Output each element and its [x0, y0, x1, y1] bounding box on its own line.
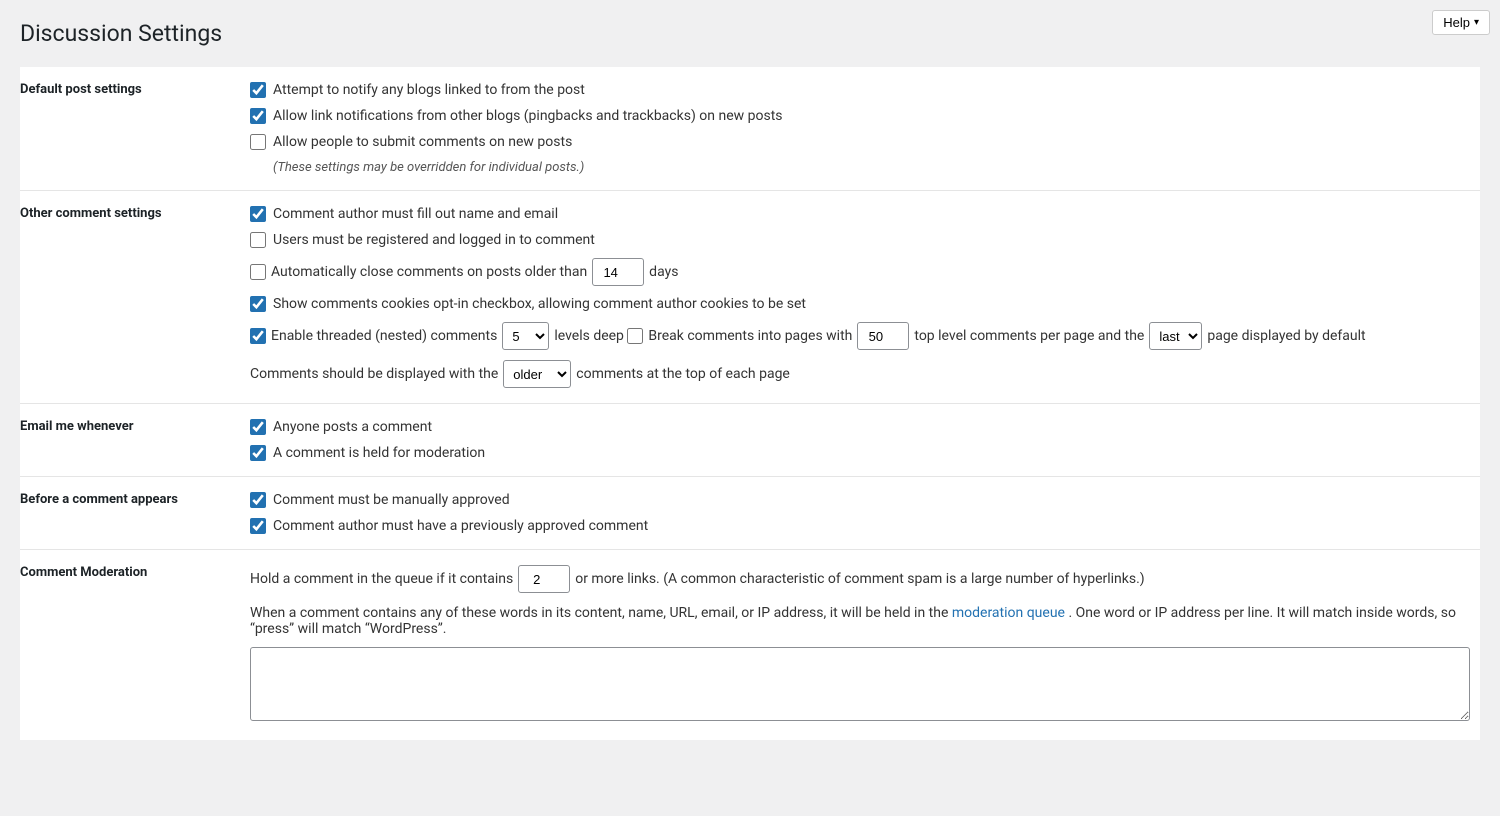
- author-fill-name-label: Comment author must fill out name and em…: [273, 206, 558, 222]
- auto-close-checkbox[interactable]: [250, 264, 266, 280]
- chevron-down-icon: ▾: [1474, 17, 1479, 28]
- auto-close-row: Automatically close comments on posts ol…: [250, 258, 678, 286]
- manually-approved-row: Comment must be manually approved: [250, 492, 1470, 508]
- anyone-posts-label: Anyone posts a comment: [273, 419, 432, 435]
- anyone-posts-checkbox[interactable]: [250, 419, 266, 435]
- default-post-settings-content: Attempt to notify any blogs linked to fr…: [240, 67, 1480, 191]
- attempt-notify-label: Attempt to notify any blogs linked to fr…: [273, 82, 585, 98]
- held-for-moderation-checkbox[interactable]: [250, 445, 266, 461]
- allow-comments-checkbox[interactable]: [250, 134, 266, 150]
- auto-close-days-input[interactable]: [592, 258, 644, 286]
- held-for-moderation-row: A comment is held for moderation: [250, 445, 1470, 461]
- auto-close-label-after: days: [649, 264, 678, 280]
- words-description-before: When a comment contains any of these wor…: [250, 605, 948, 621]
- break-pages-order-select[interactable]: firstlast: [1149, 322, 1202, 350]
- other-comment-settings-row: Other comment settings Comment author mu…: [20, 191, 1480, 404]
- moderation-queue-link[interactable]: moderation queue: [952, 605, 1065, 621]
- break-pages-checkbox[interactable]: [627, 328, 643, 344]
- anyone-posts-row: Anyone posts a comment: [250, 419, 1470, 435]
- break-pages-count-input[interactable]: [857, 322, 909, 350]
- allow-link-notifications-row: Allow link notifications from other blog…: [250, 108, 1470, 124]
- page-wrap: Help ▾ Discussion Settings Default post …: [0, 0, 1500, 760]
- threaded-comments-row: Enable threaded (nested) comments 123456…: [250, 322, 624, 350]
- previously-approved-checkbox[interactable]: [250, 518, 266, 534]
- held-for-moderation-label: A comment is held for moderation: [273, 445, 485, 461]
- other-comment-settings-label: Other comment settings: [20, 191, 240, 404]
- previously-approved-label: Comment author must have a previously ap…: [273, 518, 648, 534]
- allow-link-notifications-label: Allow link notifications from other blog…: [273, 108, 783, 124]
- before-comment-appears-label: Before a comment appears: [20, 477, 240, 550]
- default-post-settings-row: Default post settings Attempt to notify …: [20, 67, 1480, 191]
- cookies-opt-in-label: Show comments cookies opt-in checkbox, a…: [273, 296, 806, 312]
- manually-approved-checkbox[interactable]: [250, 492, 266, 508]
- break-pages-middle-text: top level comments per page and the: [914, 328, 1144, 344]
- threaded-comments-label-after: levels deep: [554, 328, 624, 344]
- previously-approved-row: Comment author must have a previously ap…: [250, 518, 1470, 534]
- manually-approved-label: Comment must be manually approved: [273, 492, 510, 508]
- allow-link-notifications-checkbox[interactable]: [250, 108, 266, 124]
- hold-links-count-input[interactable]: [518, 565, 570, 593]
- moderation-words-textarea[interactable]: [250, 647, 1470, 721]
- threaded-comments-label-before: Enable threaded (nested) comments: [271, 328, 497, 344]
- before-comment-appears-row: Before a comment appears Comment must be…: [20, 477, 1480, 550]
- email-me-whenever-label: Email me whenever: [20, 404, 240, 477]
- comment-moderation-content: Hold a comment in the queue if it contai…: [240, 550, 1480, 741]
- threaded-comments-depth-select[interactable]: 12345678910: [502, 322, 549, 350]
- break-pages-label-before: Break comments into pages with: [648, 328, 852, 344]
- registered-logged-in-checkbox[interactable]: [250, 232, 266, 248]
- default-post-settings-label: Default post settings: [20, 67, 240, 191]
- email-me-whenever-content: Anyone posts a comment A comment is held…: [240, 404, 1480, 477]
- hold-label-after: or more links. (A common characteristic …: [575, 571, 1144, 587]
- registered-logged-in-row: Users must be registered and logged in t…: [250, 232, 1470, 248]
- email-me-whenever-row: Email me whenever Anyone posts a comment…: [20, 404, 1480, 477]
- page-title: Discussion Settings: [20, 20, 1480, 47]
- cookies-opt-in-row: Show comments cookies opt-in checkbox, a…: [250, 296, 1470, 312]
- threaded-comments-checkbox[interactable]: [250, 328, 266, 344]
- allow-comments-row: Allow people to submit comments on new p…: [250, 134, 1470, 150]
- display-order-label-before: Comments should be displayed with the: [250, 366, 498, 382]
- help-button[interactable]: Help ▾: [1432, 10, 1490, 35]
- default-post-settings-note: (These settings may be overridden for in…: [273, 160, 1470, 175]
- break-pages-label-after: page displayed by default: [1207, 328, 1365, 344]
- before-comment-appears-content: Comment must be manually approved Commen…: [240, 477, 1480, 550]
- display-order-row: Comments should be displayed with the ol…: [250, 360, 790, 388]
- hold-label-before: Hold a comment in the queue if it contai…: [250, 571, 513, 587]
- author-fill-name-row: Comment author must fill out name and em…: [250, 206, 1470, 222]
- auto-close-label-before: Automatically close comments on posts ol…: [271, 264, 587, 280]
- help-label: Help: [1443, 15, 1470, 30]
- cookies-opt-in-checkbox[interactable]: [250, 296, 266, 312]
- display-order-select[interactable]: oldernewer: [503, 360, 571, 388]
- break-pages-row: Break comments into pages with top level…: [627, 322, 1365, 350]
- other-comment-settings-content: Comment author must fill out name and em…: [240, 191, 1480, 404]
- hold-queue-row: Hold a comment in the queue if it contai…: [250, 565, 1470, 593]
- comment-moderation-row: Comment Moderation Hold a comment in the…: [20, 550, 1480, 741]
- allow-comments-label: Allow people to submit comments on new p…: [273, 134, 572, 150]
- author-fill-name-checkbox[interactable]: [250, 206, 266, 222]
- attempt-notify-checkbox[interactable]: [250, 82, 266, 98]
- settings-table: Default post settings Attempt to notify …: [20, 67, 1480, 740]
- display-order-label-after: comments at the top of each page: [576, 366, 790, 382]
- comment-moderation-label: Comment Moderation: [20, 550, 240, 741]
- registered-logged-in-label: Users must be registered and logged in t…: [273, 232, 595, 248]
- attempt-notify-row: Attempt to notify any blogs linked to fr…: [250, 82, 1470, 98]
- words-description: When a comment contains any of these wor…: [250, 605, 1470, 637]
